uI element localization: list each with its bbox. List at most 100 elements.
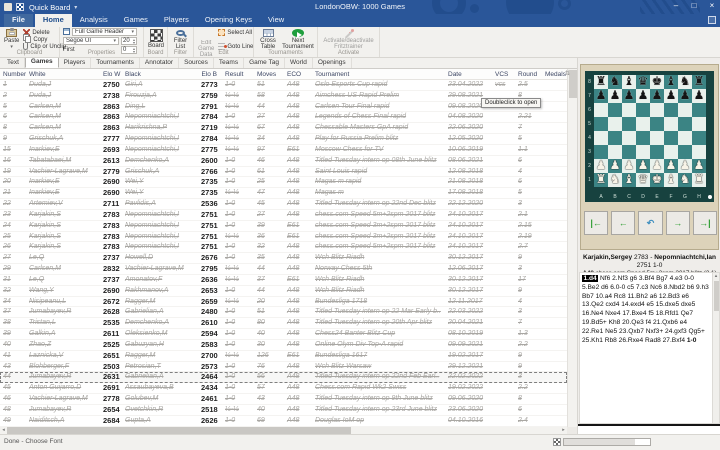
board-square[interactable] — [650, 131, 664, 145]
board-square[interactable] — [608, 117, 622, 131]
view-tab-sources[interactable]: Sources — [179, 58, 214, 68]
view-tab-text[interactable]: Text — [2, 58, 25, 68]
view-tab-world[interactable]: World — [285, 58, 313, 68]
table-row[interactable]: 9 Grischuk,A 2777 Nepomniachtchi,I 2784 ½-½ 34… — [0, 134, 567, 145]
board-square[interactable] — [636, 145, 650, 159]
cross-table-button[interactable]: Cross Table — [257, 28, 279, 51]
board-square[interactable]: ♞ — [608, 74, 622, 89]
board-square[interactable]: ♞ — [678, 172, 692, 187]
board-square[interactable]: ♜ — [594, 172, 608, 187]
minimize-button[interactable]: – — [671, 1, 681, 11]
close-button[interactable]: × — [707, 1, 717, 11]
board-square[interactable]: ♟ — [664, 88, 678, 103]
view-tab-teams[interactable]: Teams — [214, 58, 245, 68]
scroll-left-icon[interactable]: ◂ — [0, 427, 7, 434]
board-square[interactable]: ♝ — [622, 74, 636, 89]
vertical-scrollbar-thumb[interactable] — [569, 70, 577, 98]
table-row[interactable]: 31 Le,Q 2737 Amonatov,F 2636 ½-½ 37 E61 Wch Blit… — [0, 274, 567, 286]
font-size-spinner[interactable]: 20 ▴ ▾ — [121, 37, 137, 45]
goto-end-button[interactable]: →| — [692, 211, 718, 235]
table-row[interactable]: 32 Wang,Y 2690 Rakhmanov,A 2653 1-0 44 A48 Wch B… — [0, 285, 567, 297]
horizontal-scrollbar-thumb[interactable] — [7, 427, 351, 434]
board-square[interactable] — [664, 145, 678, 159]
view-tab-players[interactable]: Players — [59, 58, 92, 68]
board-square[interactable] — [594, 117, 608, 131]
board-square[interactable] — [608, 131, 622, 145]
board-square[interactable]: ♟ — [678, 88, 692, 103]
table-row[interactable]: 6 Carlsen,M 2863 Nepomniachtchi,I 2784 1-0 27 A… — [0, 112, 567, 124]
view-tab-openings[interactable]: Openings — [313, 58, 352, 68]
column-header-tournament[interactable]: Tournament — [312, 69, 445, 79]
ribbon-tab-players[interactable]: Players — [156, 13, 197, 27]
forward-button[interactable]: → — [665, 211, 690, 235]
board-square[interactable] — [692, 131, 706, 145]
ribbon-tab-view[interactable]: View — [260, 13, 292, 27]
board-square[interactable]: ♟ — [622, 158, 636, 173]
board-square[interactable]: ♜ — [692, 74, 706, 89]
scroll-right-icon[interactable]: ▸ — [560, 427, 567, 434]
table-row[interactable]: 41 Laznicka,V 2651 Ragger,M 2700 ½-½ 126 E61 Bun… — [0, 350, 567, 362]
board-square[interactable]: ♚ — [650, 74, 664, 89]
board-square[interactable] — [622, 131, 636, 145]
table-row[interactable]: 45 Anton Guijarro,D 2691 Assaubayeva,B 2434 1… — [0, 383, 567, 395]
table-row[interactable]: 34 Nisipeanu,L 2672 Ragger,M 2659 ½-½ 20 A48 Bun… — [0, 296, 567, 308]
ribbon-tab-games[interactable]: Games — [116, 13, 156, 27]
table-row[interactable]: 49 Naiditsch,A 2684 Gupta,A 2626 1-0 69 A48 Doug… — [0, 415, 567, 427]
board-square[interactable] — [664, 131, 678, 145]
board-square[interactable]: ♟ — [692, 88, 706, 103]
filter-list-button[interactable]: Filter List — [171, 28, 190, 51]
table-row[interactable]: 29 Carlsen,M 2832 Vachier-Lagrave,M 2795 ½-½ 4… — [0, 264, 567, 275]
paste-button[interactable]: Paste ▾ — [3, 28, 20, 51]
board-square[interactable]: ♟ — [594, 88, 608, 103]
table-row[interactable]: 48 Jumabayev,R 2654 Ovetchkin,R 2518 ½-½ 40 A48… — [0, 404, 567, 416]
board-square[interactable] — [678, 145, 692, 159]
table-row[interactable]: 19 Vachier-Lagrave,M 2779 Grischuk,A 2766 1-0… — [0, 166, 567, 178]
notation-scrollbar[interactable]: ▴ — [712, 272, 720, 424]
board-square[interactable]: ♛ — [636, 74, 650, 89]
scroll-up-icon[interactable]: ▴ — [713, 273, 719, 280]
board-square[interactable]: ♟ — [650, 158, 664, 173]
board-square[interactable] — [622, 103, 636, 117]
table-row[interactable]: 26 Karjakin,S 2783 Nepomniachtchi,I 2751 1-0 3… — [0, 242, 567, 254]
board-square[interactable] — [692, 103, 706, 117]
table-row[interactable]: 24 Karjakin,S 2783 Nepomniachtchi,I 2751 1-0 3… — [0, 220, 567, 232]
board-square[interactable]: ♟ — [650, 88, 664, 103]
notation-pane[interactable]: 1.d4 Nf6 2.Nf3 g6 3.Bf4 Bg7 4.e3 0-0 5.B… — [579, 272, 713, 424]
ribbon-tab-analysis[interactable]: Analysis — [72, 13, 116, 27]
board-square[interactable]: ♟ — [594, 158, 608, 173]
view-tab-tournaments[interactable]: Tournaments — [91, 58, 140, 68]
column-header-elo-w[interactable]: Elo W — [100, 69, 122, 79]
fritztrainer-button[interactable]: Activate/deactivate Fritztrainer — [321, 28, 376, 51]
column-header-result[interactable]: Result — [222, 69, 254, 79]
table-row[interactable]: 22 Artemiev,V 2711 Pavlidis,A 2536 1-0 45 A48 Ti… — [0, 199, 567, 210]
board-square[interactable] — [608, 103, 622, 117]
board-square[interactable] — [650, 145, 664, 159]
board-square[interactable]: ♟ — [636, 158, 650, 173]
board-square[interactable]: ♜ — [692, 172, 706, 187]
board-square[interactable]: ♞ — [678, 74, 692, 89]
board-square[interactable]: ♟ — [608, 158, 622, 173]
board-square[interactable] — [664, 117, 678, 131]
table-row[interactable]: 43 Blohberger,F 2503 Petrosian,T 2573 1-0 76 A4… — [0, 361, 567, 373]
table-row[interactable]: 21 Inarkiev,E 2690 Wei,Y 2735 ½-½ 47 A48 Magas m… — [0, 188, 567, 200]
column-header-white[interactable]: White — [26, 69, 100, 79]
board-square[interactable] — [622, 145, 636, 159]
column-header-black[interactable]: Black — [122, 69, 198, 79]
board-square[interactable]: ♟ — [692, 158, 706, 173]
sort-icon[interactable]: ⇅ — [565, 69, 570, 80]
board-square[interactable]: ♝ — [664, 74, 678, 89]
notation-scrollbar-thumb[interactable] — [714, 281, 719, 311]
column-header-vcs[interactable]: VCS — [492, 69, 515, 79]
board-square[interactable] — [692, 145, 706, 159]
board-square[interactable] — [678, 117, 692, 131]
board-square[interactable] — [594, 103, 608, 117]
ribbon-tab-file[interactable]: File — [4, 13, 33, 27]
board-square[interactable] — [650, 117, 664, 131]
board-square[interactable] — [664, 103, 678, 117]
board-button[interactable]: Board — [147, 28, 165, 51]
ribbon-tab-opening-keys[interactable]: Opening Keys — [197, 13, 260, 27]
table-row[interactable]: 23 Karjakin,S 2783 Nepomniachtchi,I 2751 1-0 2… — [0, 209, 567, 221]
board-square[interactable] — [622, 117, 636, 131]
view-tab-annotator[interactable]: Annotator — [140, 58, 180, 68]
column-header-medals[interactable]: Medals — [542, 69, 567, 79]
